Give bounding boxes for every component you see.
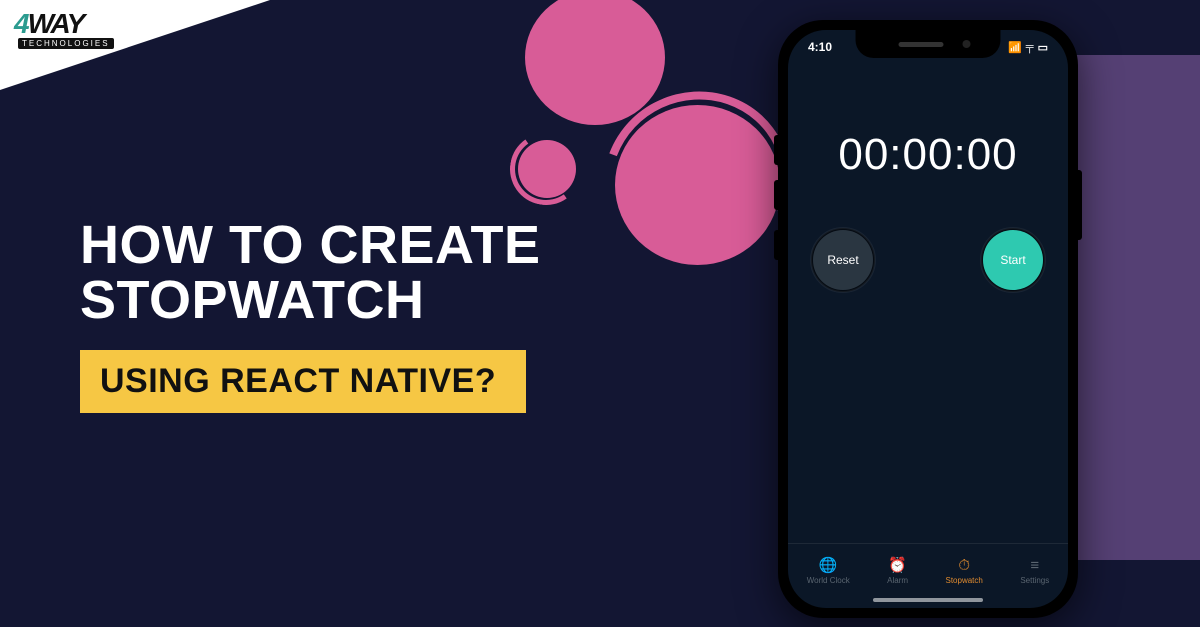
stopwatch-timer: 00:00:00 xyxy=(788,130,1068,180)
phone-mockup: 4:10 📶 ╤ ▭ 00:00:00 Reset Start 🌐 xyxy=(778,20,1078,618)
tab-label: World Clock xyxy=(807,576,850,585)
logo-prefix: 4 xyxy=(14,8,28,39)
signal-icon: 📶 xyxy=(1008,41,1022,54)
menu-icon: ≡ xyxy=(1030,558,1039,573)
headline-text: HOW TO CREATE STOPWATCH xyxy=(80,218,541,328)
wifi-icon: ╤ xyxy=(1026,41,1034,53)
home-indicator[interactable] xyxy=(873,598,983,602)
phone-frame: 4:10 📶 ╤ ▭ 00:00:00 Reset Start 🌐 xyxy=(778,20,1078,618)
pink-circle-large-right xyxy=(615,105,780,265)
globe-icon: 🌐 xyxy=(819,558,838,573)
pink-circle-large-top xyxy=(525,0,665,125)
brand-logo: 4WAY TECHNOLOGIES xyxy=(14,8,114,49)
subheadline-box: USING REACT NATIVE? xyxy=(80,350,526,413)
tab-world-clock[interactable]: 🌐 World Clock xyxy=(807,558,850,585)
start-button[interactable]: Start xyxy=(983,230,1043,290)
battery-icon: ▭ xyxy=(1038,41,1048,54)
tab-stopwatch[interactable]: ⏱ Stopwatch xyxy=(946,558,983,585)
phone-notch xyxy=(856,30,1001,58)
stopwatch-buttons: Reset Start xyxy=(788,230,1068,290)
phone-screen: 4:10 📶 ╤ ▭ 00:00:00 Reset Start 🌐 xyxy=(788,30,1068,608)
tab-label: Stopwatch xyxy=(946,576,983,585)
status-time: 4:10 xyxy=(808,40,832,54)
pink-circle-small xyxy=(518,140,576,198)
alarm-icon: ⏰ xyxy=(888,558,907,573)
logo-subtext: TECHNOLOGIES xyxy=(18,38,114,49)
logo-mark: 4WAY xyxy=(14,8,83,40)
headline-line1: HOW TO CREATE xyxy=(80,218,541,273)
headline-line2: STOPWATCH xyxy=(80,273,541,328)
tab-settings[interactable]: ≡ Settings xyxy=(1020,558,1049,585)
reset-button[interactable]: Reset xyxy=(813,230,873,290)
stopwatch-icon: ⏱ xyxy=(958,558,970,573)
start-button-label: Start xyxy=(1000,253,1025,267)
logo-suffix: WAY xyxy=(28,8,84,39)
speaker-grille xyxy=(899,42,944,47)
tab-label: Settings xyxy=(1020,576,1049,585)
tab-alarm[interactable]: ⏰ Alarm xyxy=(887,558,908,585)
tab-label: Alarm xyxy=(887,576,908,585)
reset-button-label: Reset xyxy=(827,253,858,267)
front-camera xyxy=(963,40,971,48)
status-indicators: 📶 ╤ ▭ xyxy=(1008,40,1048,54)
